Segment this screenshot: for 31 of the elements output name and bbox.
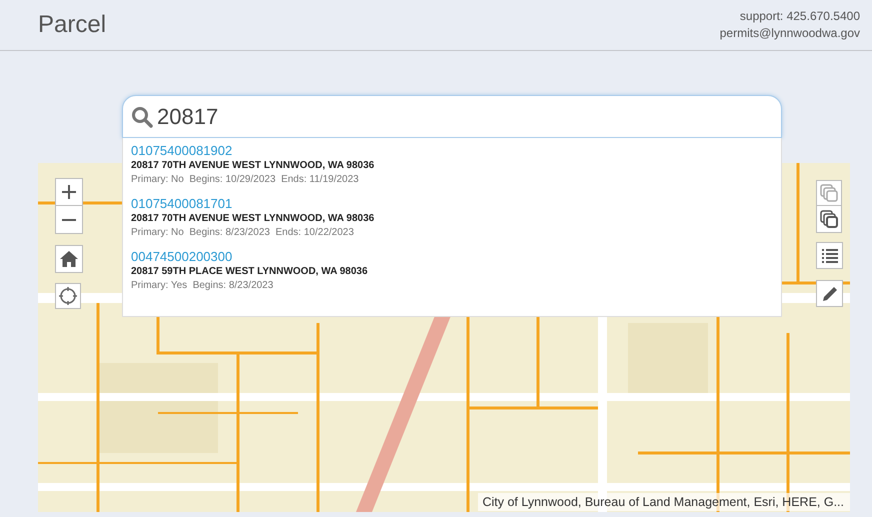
plus-icon	[61, 184, 77, 200]
layers-icon	[820, 184, 838, 202]
zoom-in-button[interactable]	[55, 178, 83, 206]
locate-button[interactable]	[55, 283, 81, 309]
search-input[interactable]: 20817	[157, 100, 757, 133]
support-phone: support: 425.670.5400	[740, 8, 860, 25]
app-title: Parcel	[38, 10, 106, 40]
home-button[interactable]	[55, 245, 83, 273]
edit-button[interactable]	[816, 280, 843, 307]
parcel-details: Primary: Yes Begins: 8/23/2023	[131, 279, 274, 293]
parcel-address: 20817 70TH AVENUE WEST LYNNWOOD, WA 98036	[131, 212, 374, 226]
parcel-link[interactable]: 01075400081701	[131, 196, 232, 212]
home-icon	[60, 251, 78, 267]
parcel-details: Primary: No Begins: 8/23/2023 Ends: 10/22/2023	[131, 226, 354, 240]
list-icon	[820, 248, 838, 264]
support-email: permits@lynnwoodwa.gov	[720, 25, 860, 42]
parcel-link[interactable]: 00474500200300	[131, 249, 232, 265]
zoom-out-button[interactable]	[55, 206, 83, 234]
pencil-icon	[822, 286, 838, 302]
parcel-address: 20817 59TH PLACE WEST LYNNWOOD, WA 98036	[131, 265, 368, 279]
parcel-link[interactable]: 01075400081902	[131, 143, 232, 159]
layers-button[interactable]	[816, 206, 842, 233]
layers-icon	[820, 210, 838, 228]
search-icon	[131, 106, 153, 128]
minus-icon	[61, 218, 77, 220]
parcel-details: Primary: No Begins: 10/29/2023 Ends: 11/19/2023	[131, 173, 359, 187]
crosshair-icon	[59, 287, 77, 305]
legend-button[interactable]	[816, 242, 843, 269]
search-field[interactable]: 20817	[122, 95, 782, 138]
map-attribution: City of Lynnwood, Bureau of Land Management, Esri, HERE, G...	[478, 493, 850, 511]
parcel-address: 20817 70TH AVENUE WEST LYNNWOOD, WA 98036	[131, 159, 374, 173]
